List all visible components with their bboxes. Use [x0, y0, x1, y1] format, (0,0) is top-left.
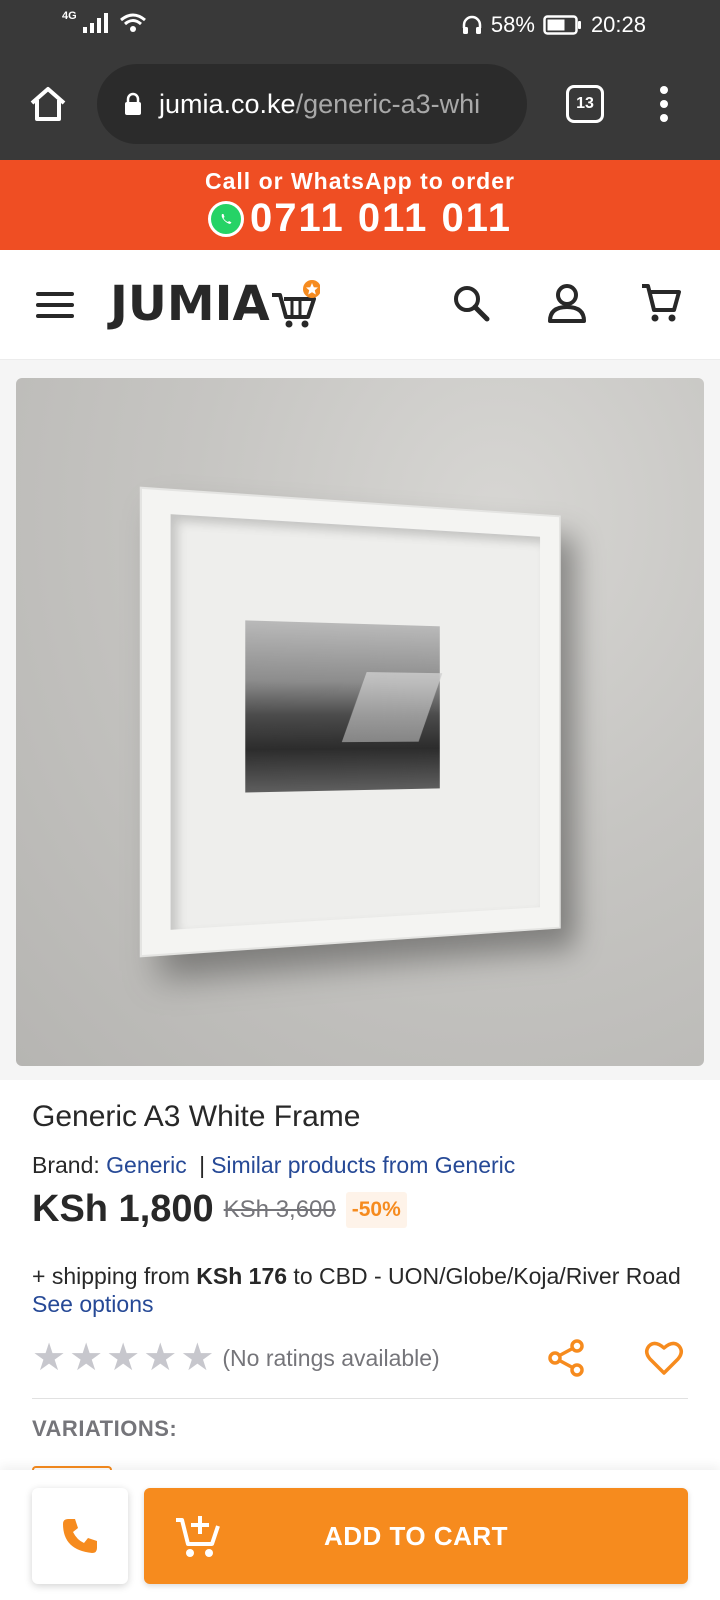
- see-options-link[interactable]: See options: [32, 1291, 153, 1317]
- price-row: KSh 1,800 KSh 3,600 -50%: [32, 1188, 407, 1231]
- menu-dot-icon: [660, 100, 668, 108]
- brand-separator: |: [199, 1152, 206, 1178]
- rating-stars: ★ ★ ★ ★ ★: [32, 1339, 214, 1377]
- similar-products-link[interactable]: Similar products from Generic: [211, 1152, 515, 1178]
- cart-button[interactable]: [638, 280, 684, 326]
- variations-label: VARIATIONS:: [32, 1416, 178, 1441]
- url-path: /generic-a3-whi: [295, 88, 481, 119]
- share-button[interactable]: [544, 1336, 588, 1380]
- old-price: KSh 3,600: [223, 1195, 336, 1223]
- whatsapp-icon: [207, 200, 244, 237]
- browser-toolbar: jumia.co.ke/generic-a3-whi 13: [0, 50, 720, 160]
- status-left: 4G: [62, 10, 147, 34]
- home-button[interactable]: [24, 80, 72, 128]
- wishlist-button[interactable]: [642, 1336, 686, 1380]
- shipping-amount: KSh 176: [196, 1263, 288, 1289]
- star-icon: ★: [180, 1337, 215, 1379]
- url-host: jumia.co.ke: [159, 88, 296, 119]
- logo-cart-icon: [271, 280, 320, 328]
- search-icon: [454, 286, 490, 322]
- star-icon: ★: [32, 1337, 67, 1379]
- star-icon: ★: [106, 1337, 141, 1379]
- phone-icon: [63, 1519, 97, 1553]
- logo-text: JUMIA: [110, 276, 270, 332]
- bottom-action-bar: ADD TO CART: [0, 1470, 720, 1600]
- frame-illustration: [139, 486, 561, 958]
- promo-headline: Call or WhatsApp to order: [205, 168, 515, 194]
- discount-badge: -50%: [345, 1191, 407, 1228]
- call-button[interactable]: [32, 1488, 128, 1584]
- product-title: Generic A3 White Frame: [32, 1100, 361, 1133]
- promo-banner[interactable]: Call or WhatsApp to order 0711 011 011: [0, 160, 720, 250]
- brand-label: Brand:: [32, 1152, 100, 1178]
- current-price: KSh 1,800: [32, 1188, 214, 1230]
- add-to-cart-label: ADD TO CART: [323, 1520, 509, 1551]
- share-icon: [548, 1339, 584, 1377]
- home-icon: [30, 87, 66, 121]
- star-icon: ★: [69, 1337, 104, 1379]
- battery-percentage: 58%: [490, 12, 535, 37]
- browser-menu-button[interactable]: [652, 80, 676, 128]
- clock: 20:28: [590, 12, 646, 37]
- frame-landscape-photo: [245, 620, 440, 793]
- shipping-prefix: + shipping from: [32, 1263, 197, 1289]
- wifi-icon: [119, 13, 146, 32]
- add-to-cart-icon: [176, 1516, 220, 1557]
- add-to-cart-button[interactable]: ADD TO CART: [144, 1488, 688, 1584]
- promo-phone-number: 0711 011 011: [249, 196, 513, 240]
- promo-phone-row: 0711 011 011: [0, 196, 720, 241]
- tab-count: 13: [576, 95, 594, 112]
- shipping-destination: to CBD - UON/Globe/Koja/River Road: [287, 1263, 681, 1289]
- headphones-icon: [462, 15, 482, 34]
- heart-icon: [645, 1341, 683, 1375]
- search-button[interactable]: [448, 280, 494, 326]
- battery-icon: [543, 15, 581, 35]
- user-icon: [548, 284, 586, 323]
- cart-icon: [642, 284, 681, 322]
- status-right: 58% 20:28: [461, 12, 646, 38]
- site-header: JUMIA: [0, 250, 720, 360]
- section-divider: [32, 1398, 688, 1399]
- lock-icon: [125, 92, 141, 115]
- ratings-text: (No ratings available): [222, 1344, 440, 1371]
- signal-icon: [82, 13, 108, 33]
- brand-row: Brand: Generic | Similar products from Ge…: [32, 1152, 515, 1179]
- status-bar: 4G 58% 20:28: [0, 0, 720, 50]
- menu-dot-icon: [660, 114, 668, 122]
- address-bar[interactable]: jumia.co.ke/generic-a3-whi: [97, 64, 527, 144]
- account-button[interactable]: [544, 280, 590, 326]
- rating-row: ★ ★ ★ ★ ★ (No ratings available): [32, 1336, 688, 1380]
- product-image[interactable]: [16, 378, 704, 1066]
- jumia-logo[interactable]: JUMIA: [110, 276, 320, 332]
- menu-dot-icon: [660, 86, 668, 94]
- star-icon: ★: [143, 1337, 178, 1379]
- network-type-label: 4G: [62, 10, 77, 22]
- brand-link[interactable]: Generic: [106, 1152, 187, 1178]
- tab-switcher-button[interactable]: 13: [566, 85, 604, 123]
- hamburger-menu-icon[interactable]: [36, 292, 74, 318]
- shipping-info: + shipping from KSh 176 to CBD - UON/Glo…: [32, 1262, 692, 1318]
